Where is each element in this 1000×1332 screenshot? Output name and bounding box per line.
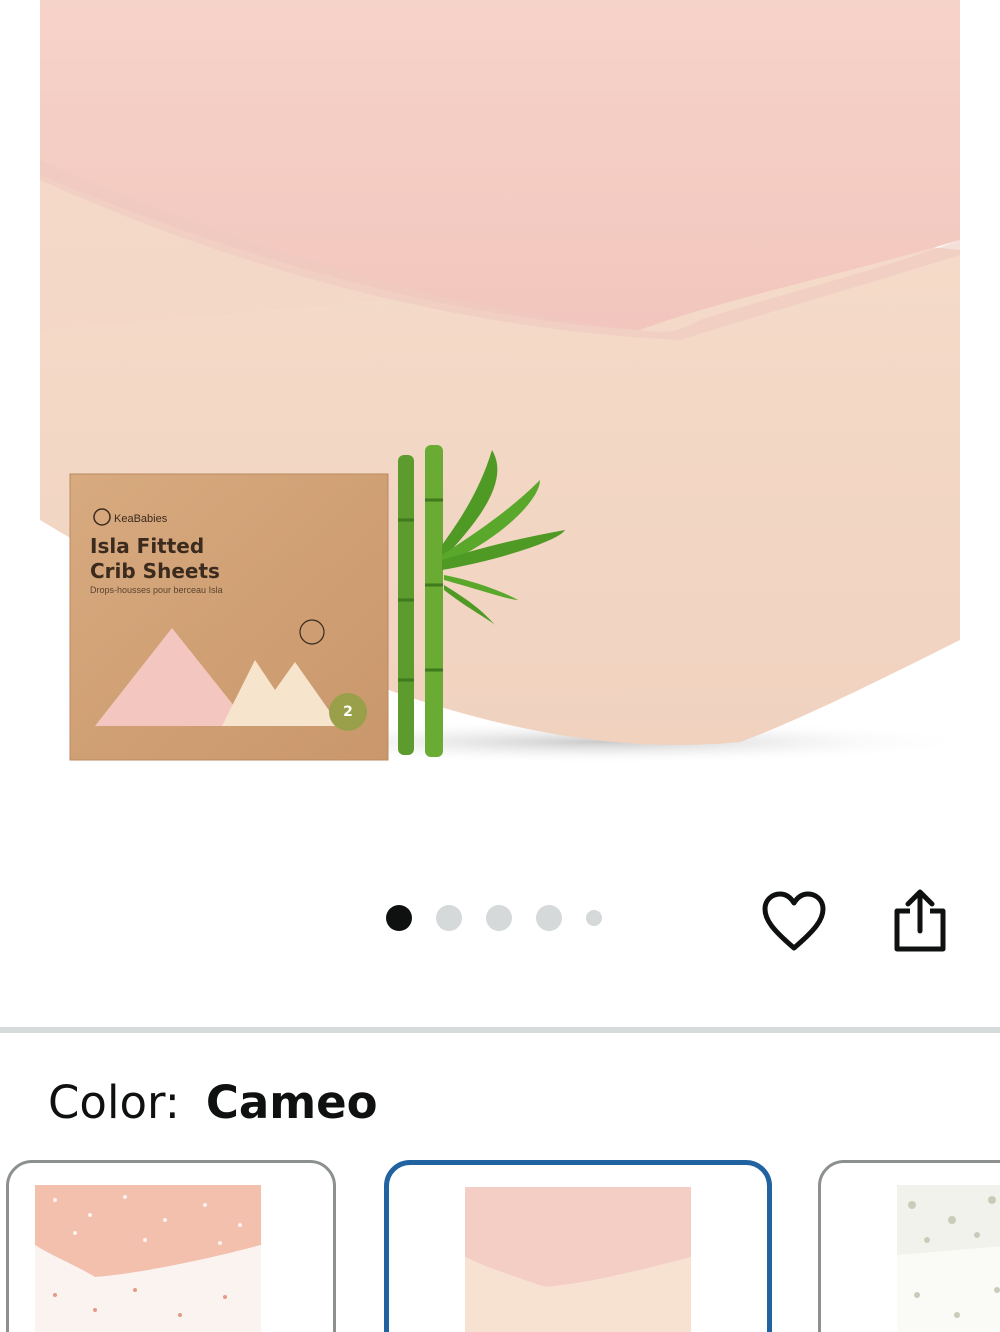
crib-sheets-illustration: KeaBabies Isla Fitted Crib Sheets Drops-… xyxy=(40,0,960,764)
carousel-dot[interactable] xyxy=(386,905,412,931)
svg-text:KeaBabies: KeaBabies xyxy=(114,513,168,525)
image-carousel-indicator[interactable] xyxy=(386,902,602,934)
carousel-dot[interactable] xyxy=(536,905,562,931)
svg-text:Isla Fitted: Isla Fitted xyxy=(90,534,204,558)
selected-color-value: Cameo xyxy=(205,1076,378,1129)
share-icon xyxy=(894,889,946,952)
carousel-dot[interactable] xyxy=(586,910,602,926)
color-swatch-selected[interactable] xyxy=(384,1160,772,1332)
carousel-dot[interactable] xyxy=(486,905,512,931)
share-button[interactable] xyxy=(882,882,958,958)
svg-text:Drops-housses pour berceau Isl: Drops-housses pour berceau Isla xyxy=(90,585,223,595)
swatch-thumbnail xyxy=(465,1187,695,1332)
section-divider xyxy=(0,1027,1000,1033)
product-main-image[interactable]: KeaBabies Isla Fitted Crib Sheets Drops-… xyxy=(40,0,960,820)
product-detail-page: KeaBabies Isla Fitted Crib Sheets Drops-… xyxy=(0,0,1000,1332)
swatch-thumbnail xyxy=(897,1185,1000,1332)
color-label: Color: xyxy=(48,1076,180,1129)
carousel-dot[interactable] xyxy=(436,905,462,931)
add-to-list-button[interactable] xyxy=(756,884,832,960)
color-swatch[interactable] xyxy=(818,1160,1000,1332)
product-box: KeaBabies Isla Fitted Crib Sheets Drops-… xyxy=(69,473,389,761)
color-variation-label: Color: Cameo xyxy=(48,1076,378,1136)
svg-text:2: 2 xyxy=(343,704,353,720)
swatch-thumbnail xyxy=(35,1185,265,1332)
svg-text:Crib Sheets: Crib Sheets xyxy=(90,559,220,583)
color-swatch[interactable] xyxy=(6,1160,336,1332)
heart-outline-icon xyxy=(762,891,826,951)
